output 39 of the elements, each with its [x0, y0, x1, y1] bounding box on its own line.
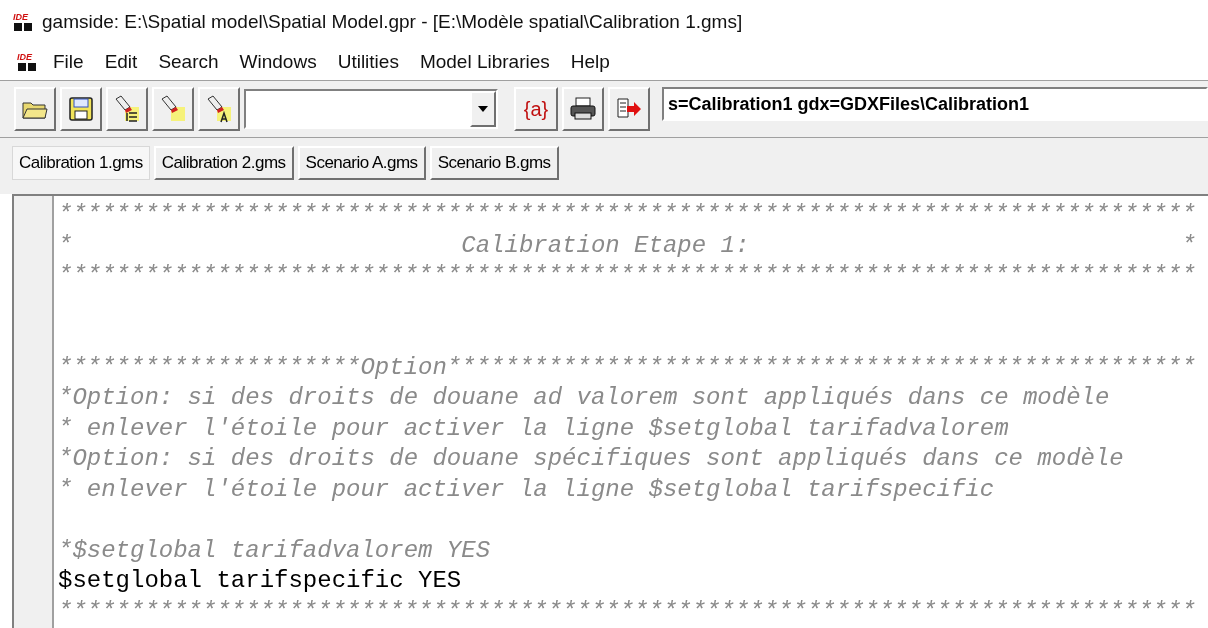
file-tab[interactable]: Calibration 1.gms — [12, 146, 150, 180]
find-a-button[interactable] — [198, 87, 240, 131]
code-comment-line: * Calibration Etape 1: * — [58, 230, 1196, 261]
menu-item[interactable]: Model Libraries — [410, 47, 559, 77]
code-line: $setglobal tarifspecific YES — [58, 566, 463, 596]
menu-item[interactable]: Utilities — [328, 47, 408, 77]
file-tab[interactable]: Scenario B.gms — [429, 146, 559, 180]
code-comment-line: ******************************************************************************* — [58, 200, 1196, 230]
find-tree-button[interactable] — [106, 87, 148, 131]
menu-item[interactable]: Search — [149, 47, 228, 77]
code-comment-line: ******************************************************************************* — [58, 261, 1196, 291]
file-tab[interactable]: Calibration 2.gms — [153, 146, 294, 180]
print-button[interactable] — [562, 87, 604, 131]
code-comment-line: ******************************************************************************* — [58, 596, 1196, 627]
search-combo-box[interactable] — [244, 89, 498, 129]
code-comment-line: *$setglobal tarifadvalorem YES — [58, 535, 492, 566]
open-button[interactable] — [14, 87, 56, 131]
code-comment-line: *********************Option**************************************************** — [58, 352, 1196, 383]
insert-symbol-button[interactable]: {a} — [514, 87, 558, 131]
menu-item[interactable]: File — [44, 47, 93, 77]
file-tab[interactable]: Scenario A.gms — [297, 146, 426, 180]
flashlight-tree-icon — [113, 95, 141, 123]
flashlight-letter-icon — [205, 95, 233, 123]
code-comment-line: *Option: si des droits de douane spécifiques sont appliqués dans ce modèle — [58, 444, 1125, 474]
run-button[interactable] — [608, 87, 650, 131]
printer-icon — [569, 96, 597, 122]
flashlight-icon — [159, 95, 187, 123]
dropdown-caret-icon — [478, 106, 488, 112]
command-line-field[interactable]: s=Calibration1 gdx=GDXFiles\Calibration1 — [662, 87, 1208, 121]
code-comment-line: *Option: si des droits de douane ad valorem sont appliqués dans ce modèle — [58, 383, 1111, 413]
find-button[interactable] — [152, 87, 194, 131]
menu-item[interactable]: Edit — [95, 47, 147, 77]
window-title: gamside: E:\Spatial model\Spatial Model.gpr - [E:\Modèle spatial\Calibration 1.gms] — [42, 9, 743, 34]
code-comment-line: * enlever l'étoile pour activer la ligne $setglobal tarifadvalorem — [58, 413, 1010, 444]
save-button[interactable] — [60, 87, 102, 131]
menu-item[interactable]: Windows — [230, 47, 326, 77]
code-comment-line: * enlever l'étoile pour activer la ligne $setglobal tarifspecific — [58, 474, 996, 505]
menu-item[interactable]: Help — [561, 47, 619, 77]
code-editor[interactable] — [12, 194, 1208, 628]
